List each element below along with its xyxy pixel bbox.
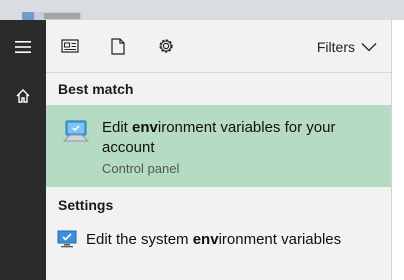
news-feed-button[interactable] — [55, 30, 85, 62]
hamburger-menu-icon — [15, 41, 31, 53]
scrollbar-track[interactable] — [391, 20, 404, 280]
results-toolbar: Filters — [46, 20, 391, 72]
hamburger-menu-button[interactable] — [6, 30, 40, 64]
home-icon — [16, 89, 30, 103]
title-text-highlight: env — [132, 119, 158, 136]
document-icon — [111, 37, 125, 55]
settings-button[interactable] — [151, 30, 181, 62]
monitor-check-icon — [57, 230, 77, 253]
best-match-result[interactable]: Edit environment variables for your acco… — [46, 105, 391, 187]
filters-label: Filters — [316, 39, 355, 55]
best-match-title: Edit environment variables for your acco… — [102, 118, 372, 158]
news-feed-icon — [61, 39, 79, 53]
search-results-panel: Filters Best match Edit environment vari… — [46, 20, 391, 280]
settings-gear-icon — [159, 39, 173, 53]
label-text-pre: Edit the system — [86, 231, 193, 248]
label-text-highlight: env — [192, 231, 219, 248]
monitor-settings-icon — [62, 119, 90, 150]
start-sidebar — [0, 20, 46, 280]
filters-dropdown[interactable]: Filters — [317, 36, 377, 58]
label-text-post: ironment variables — [218, 231, 342, 248]
toolbar-divider — [46, 72, 391, 73]
settings-result-item[interactable]: Edit the system environment variables — [46, 222, 391, 256]
best-match-subtitle: Control panel — [102, 161, 180, 176]
best-match-heading: Best match — [58, 81, 134, 97]
title-text-pre: Edit — [102, 119, 133, 136]
settings-heading: Settings — [58, 197, 114, 213]
home-button[interactable] — [6, 79, 40, 113]
background-window-label — [44, 13, 80, 19]
chevron-down-icon — [361, 43, 377, 52]
documents-button[interactable] — [103, 30, 133, 62]
background-window-title — [22, 12, 82, 24]
settings-result-label: Edit the system environment variables — [86, 231, 341, 248]
